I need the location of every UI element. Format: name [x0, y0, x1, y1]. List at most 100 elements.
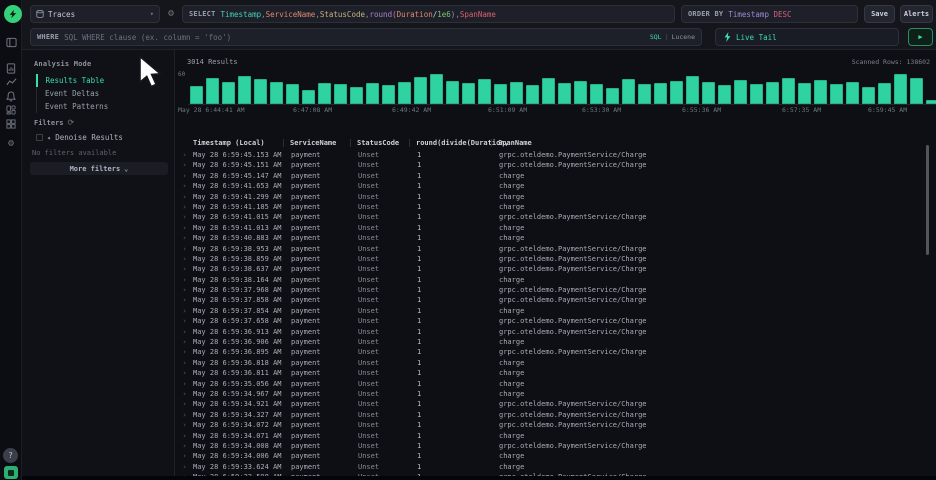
- table-row[interactable]: › May 28 6:59:41.015 AM payment Unset 1 grpc.…: [178, 212, 936, 222]
- chart-bar[interactable]: [814, 80, 827, 104]
- table-row[interactable]: › May 28 6:59:36.818 AM payment Unset 1 charg…: [178, 358, 936, 368]
- sql-toggle[interactable]: SQL: [650, 33, 662, 41]
- live-tail-button[interactable]: Live Tail: [715, 28, 899, 46]
- chart-bar[interactable]: [574, 81, 587, 104]
- logo[interactable]: [4, 5, 22, 23]
- chart-bar[interactable]: [494, 84, 507, 104]
- col-timestamp[interactable]: Timestamp (Local): [191, 139, 289, 147]
- chart-bar[interactable]: [222, 82, 235, 104]
- alerts-button[interactable]: Alerts: [900, 5, 933, 23]
- table-row[interactable]: › May 28 6:59:34.008 AM payment Unset 1 grpc.…: [178, 441, 936, 451]
- chart-bar[interactable]: [702, 82, 715, 104]
- orderby-input[interactable]: ORDER BY Timestamp DESC: [681, 5, 858, 23]
- chart-bar[interactable]: [718, 85, 731, 104]
- chart-bar[interactable]: [398, 82, 411, 104]
- table-row[interactable]: › May 28 6:59:38.637 AM payment Unset 1 grpc.…: [178, 264, 936, 274]
- table-row[interactable]: › May 28 6:59:38.859 AM payment Unset 1 grpc.…: [178, 254, 936, 264]
- table-row[interactable]: › May 28 6:59:34.921 AM payment Unset 1 grpc.…: [178, 399, 936, 409]
- table-row[interactable]: › May 28 6:59:38.953 AM payment Unset 1 grpc.…: [178, 244, 936, 254]
- select-query-input[interactable]: SELECT Timestamp,ServiceName,StatusCode,…: [182, 5, 675, 23]
- chart-bar[interactable]: [254, 79, 267, 104]
- vertical-scrollbar[interactable]: [926, 145, 929, 255]
- table-row[interactable]: › May 28 6:59:36.913 AM payment Unset 1 grpc.…: [178, 327, 936, 337]
- save-button[interactable]: Save: [864, 5, 895, 23]
- workspace-badge[interactable]: [4, 466, 18, 479]
- table-row[interactable]: › May 28 6:59:37.854 AM payment Unset 1 charg…: [178, 306, 936, 316]
- nav-services-grid-icon[interactable]: [5, 118, 17, 130]
- chart-bar[interactable]: [286, 84, 299, 104]
- table-row[interactable]: › May 28 6:59:33.624 AM payment Unset 1 charg…: [178, 462, 936, 472]
- chart-bar[interactable]: [686, 76, 699, 104]
- chart-bar[interactable]: [206, 78, 219, 104]
- table-row[interactable]: › May 28 6:59:45.153 AM payment Unset 1 grpc.…: [178, 150, 936, 160]
- chart-bar[interactable]: [846, 82, 859, 104]
- table-row[interactable]: › May 28 6:59:34.072 AM payment Unset 1 grpc.…: [178, 420, 936, 430]
- run-query-button[interactable]: ▶: [908, 28, 933, 46]
- chart-bar[interactable]: [622, 79, 635, 104]
- table-row[interactable]: › May 28 6:59:38.164 AM payment Unset 1 charg…: [178, 275, 936, 285]
- query-language-toggle[interactable]: SQL | Lucene: [650, 33, 695, 41]
- source-selector[interactable]: Traces ▾: [30, 5, 160, 23]
- table-row[interactable]: › May 28 6:59:37.658 AM payment Unset 1 grpc.…: [178, 316, 936, 326]
- help-icon[interactable]: ?: [3, 448, 18, 463]
- mode-item[interactable]: Results Table: [35, 74, 109, 87]
- table-row[interactable]: › May 28 6:59:37.858 AM payment Unset 1 grpc.…: [178, 295, 936, 305]
- chart-bar[interactable]: [862, 87, 875, 104]
- chart-bar[interactable]: [190, 86, 203, 104]
- chart-bar[interactable]: [558, 83, 571, 104]
- table-row[interactable]: › May 28 6:59:35.056 AM payment Unset 1 charg…: [178, 379, 936, 389]
- col-spanname[interactable]: SpanName: [491, 139, 936, 147]
- nav-search-icon[interactable]: [5, 36, 17, 48]
- chart-bar[interactable]: [798, 83, 811, 104]
- table-row[interactable]: › May 28 6:59:34.071 AM payment Unset 1 charg…: [178, 431, 936, 441]
- chart-bar[interactable]: [478, 79, 491, 104]
- chart-bar[interactable]: [526, 85, 539, 104]
- table-row[interactable]: › May 28 6:59:41.653 AM payment Unset 1 charg…: [178, 181, 936, 191]
- col-duration[interactable]: round(divide(Duration,: [409, 139, 509, 147]
- chart-bar[interactable]: [878, 83, 891, 104]
- chart-bar[interactable]: [782, 78, 795, 104]
- chart-bar[interactable]: [542, 78, 555, 104]
- table-row[interactable]: › May 28 6:59:36.895 AM payment Unset 1 grpc.…: [178, 347, 936, 357]
- col-statuscode[interactable]: StatusCode: [350, 139, 415, 147]
- table-row[interactable]: › May 28 6:59:34.006 AM payment Unset 1 charg…: [178, 451, 936, 461]
- table-row[interactable]: › May 28 6:59:41.185 AM payment Unset 1 charg…: [178, 202, 936, 212]
- chart-bar[interactable]: [894, 74, 907, 104]
- chart-bar[interactable]: [318, 83, 331, 104]
- nav-dashboards-icon[interactable]: [5, 104, 17, 116]
- col-servicename[interactable]: ServiceName: [283, 139, 356, 147]
- chart-bar[interactable]: [510, 82, 523, 104]
- settings-gear-icon[interactable]: ⚙: [5, 137, 17, 149]
- chart-bar[interactable]: [334, 84, 347, 104]
- chart-bar[interactable]: [590, 84, 603, 104]
- table-row[interactable]: › May 28 6:59:34.967 AM payment Unset 1 charg…: [178, 389, 936, 399]
- chart-bar[interactable]: [350, 87, 363, 104]
- table-row[interactable]: › May 28 6:59:45.147 AM payment Unset 1 charg…: [178, 171, 936, 181]
- denoise-results-toggle[interactable]: ✦ Denoise Results: [36, 133, 123, 142]
- table-row[interactable]: › May 28 6:59:34.327 AM payment Unset 1 grpc.…: [178, 410, 936, 420]
- table-row[interactable]: › May 28 6:59:36.906 AM payment Unset 1 charg…: [178, 337, 936, 347]
- table-row[interactable]: › May 28 6:59:40.883 AM payment Unset 1 charg…: [178, 233, 936, 243]
- chart-bar[interactable]: [462, 83, 475, 104]
- refresh-filters-icon[interactable]: ⟳: [68, 118, 75, 127]
- table-row[interactable]: › May 28 6:59:45.151 AM payment Unset 1 grpc.…: [178, 160, 936, 170]
- where-clause-input[interactable]: WHERE SQL WHERE clause (ex. column = 'fo…: [30, 28, 702, 46]
- mode-item[interactable]: Event Patterns: [37, 100, 108, 113]
- chart-bar[interactable]: [750, 84, 763, 104]
- nav-alerts-bell-icon[interactable]: [5, 90, 17, 102]
- lucene-toggle[interactable]: Lucene: [672, 33, 695, 41]
- chart-bar[interactable]: [270, 82, 283, 104]
- table-row[interactable]: › May 28 6:59:37.968 AM payment Unset 1 grpc.…: [178, 285, 936, 295]
- chart-bar[interactable]: [382, 85, 395, 104]
- nav-chart-explorer-icon[interactable]: [5, 76, 17, 88]
- chart-bar[interactable]: [446, 81, 459, 104]
- table-row[interactable]: › May 28 6:59:41.013 AM payment Unset 1 charg…: [178, 223, 936, 233]
- chart-bar[interactable]: [910, 78, 923, 104]
- denoise-checkbox[interactable]: [36, 134, 43, 141]
- chart-bar[interactable]: [766, 82, 779, 104]
- chart-bar[interactable]: [638, 84, 651, 104]
- table-row[interactable]: › May 28 6:59:36.811 AM payment Unset 1 charg…: [178, 368, 936, 378]
- chart-bar[interactable]: [654, 83, 667, 104]
- chart-bar[interactable]: [830, 84, 843, 104]
- chart-bar[interactable]: [414, 77, 427, 104]
